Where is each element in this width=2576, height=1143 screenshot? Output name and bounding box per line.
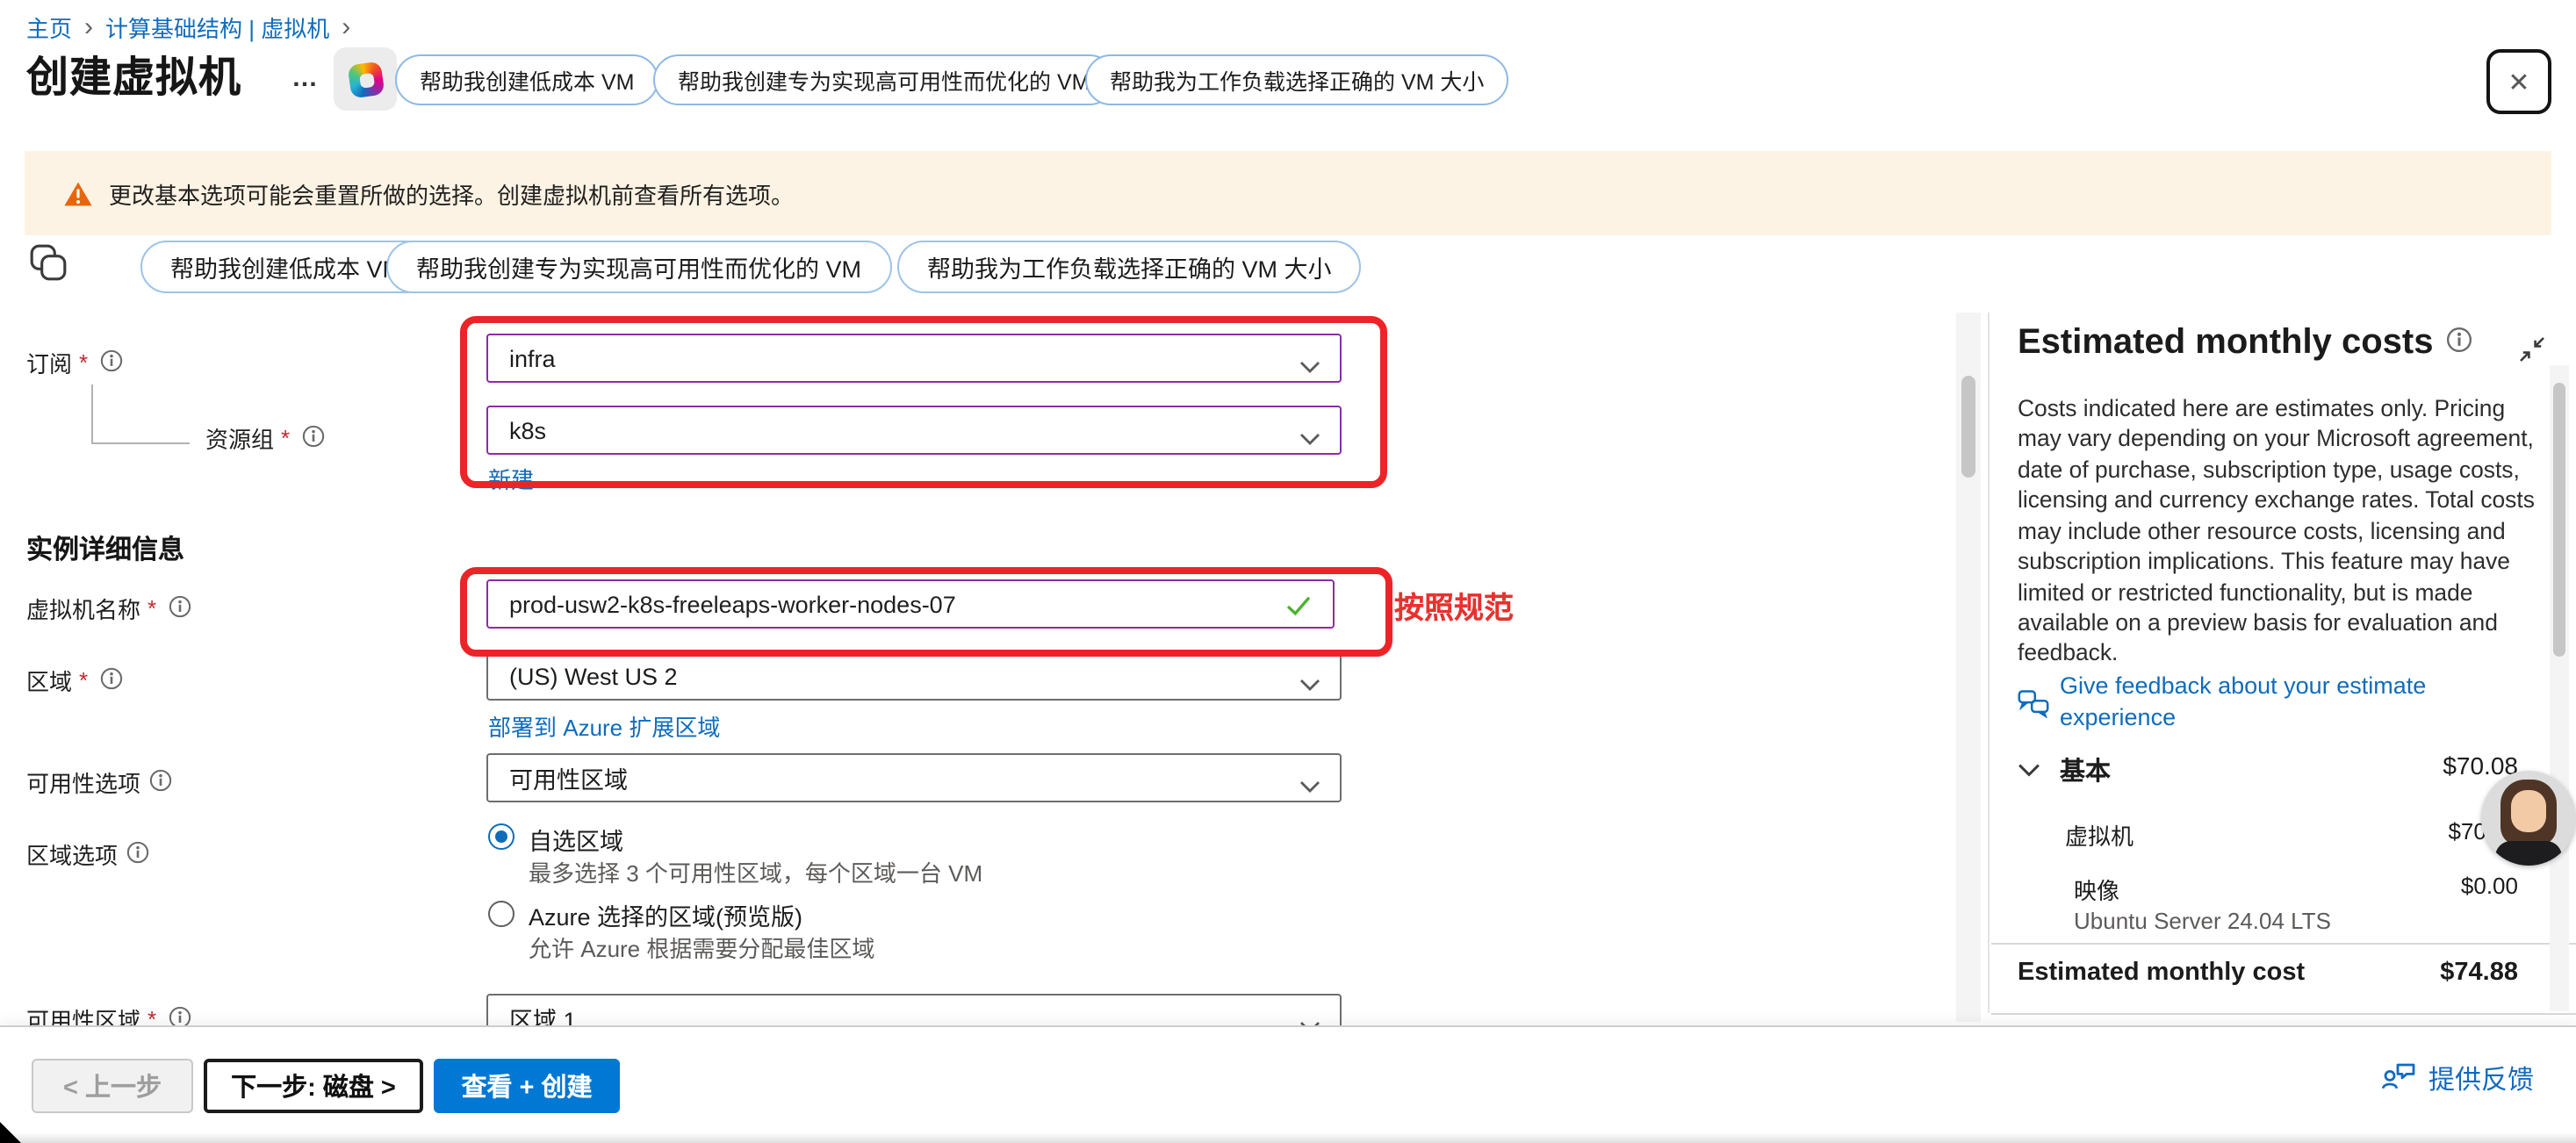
- avatar: [2481, 771, 2576, 866]
- suggestion-pill-high-availability[interactable]: 帮助我创建专为实现高可用性而优化的 VM: [386, 241, 891, 293]
- availability-options-label: 可用性选项: [26, 766, 172, 799]
- zone-option-self-desc: 最多选择 3 个可用性区域，每个区域一台 VM: [529, 855, 982, 888]
- info-icon[interactable]: [302, 424, 325, 452]
- suggestion-pill-low-cost[interactable]: 帮助我创建低成本 VM: [395, 54, 658, 105]
- more-options-button[interactable]: …: [291, 63, 321, 93]
- resource-group-label: 资源组*: [205, 421, 325, 455]
- divider: [1991, 1013, 2576, 1015]
- section-title-instance-details: 实例详细信息: [26, 530, 184, 567]
- info-icon[interactable]: [100, 349, 123, 377]
- create-new-resource-group-link[interactable]: 新建: [488, 462, 534, 495]
- cost-row-vm: 虚拟机 $70.08: [2065, 818, 2518, 852]
- subscription-label: 订阅*: [26, 346, 123, 379]
- close-icon: ✕: [2508, 66, 2529, 97]
- info-icon[interactable]: [126, 840, 149, 868]
- vm-name-input[interactable]: prod-usw2-k8s-freeleaps-worker-nodes-07: [486, 579, 1335, 629]
- copilot-outline-icon: [28, 242, 68, 291]
- zone-option-self-label[interactable]: 自选区域: [529, 822, 623, 857]
- main-scrollbar-thumb[interactable]: [1961, 376, 1975, 478]
- review-create-button[interactable]: 查看 + 创建: [434, 1059, 620, 1113]
- radio-azure-selected-zones[interactable]: [488, 901, 514, 927]
- create-vm-page: 主页 › 计算基础结构 | 虚拟机 › 创建虚拟机 … 帮助我创建低成本 VM …: [0, 0, 2576, 1143]
- warning-icon: [63, 180, 93, 206]
- availability-options-dropdown[interactable]: 可用性区域: [486, 753, 1342, 802]
- vm-name-label: 虚拟机名称*: [26, 592, 191, 625]
- previous-button[interactable]: < 上一步: [32, 1059, 193, 1113]
- region-dropdown[interactable]: (US) West US 2: [486, 651, 1342, 701]
- region-label: 区域*: [26, 664, 123, 697]
- cost-row-image: 映像 $0.00: [2074, 873, 2518, 906]
- subscription-dropdown[interactable]: infra: [486, 334, 1342, 383]
- cost-panel-title: Estimated monthly costs: [2018, 323, 2472, 363]
- tree-connector: [91, 385, 93, 442]
- cost-disclaimer: Costs indicated here are estimates only.…: [2018, 393, 2544, 669]
- suggestion-pill-right-size[interactable]: 帮助我为工作负载选择正确的 VM 大小: [897, 241, 1362, 293]
- copilot-button[interactable]: [334, 47, 397, 111]
- breadcrumb-home-link[interactable]: 主页: [26, 11, 72, 44]
- main-scrollbar[interactable]: [1956, 313, 1981, 1022]
- collapse-panel-button[interactable]: [2518, 335, 2546, 372]
- give-feedback-link[interactable]: 提供反馈: [2381, 1060, 2534, 1097]
- zone-option-azure-label[interactable]: Azure 选择的区域(预览版): [529, 897, 802, 932]
- page-title: 创建虚拟机: [26, 42, 241, 104]
- tree-connector: [91, 442, 190, 444]
- next-disks-button[interactable]: 下一步: 磁盘 >: [204, 1059, 423, 1113]
- estimate-feedback-link[interactable]: Give feedback about your estimate experi…: [2018, 671, 2548, 732]
- panel-scrollbar[interactable]: [2550, 365, 2569, 1011]
- chevron-down-icon: [1299, 671, 1320, 697]
- cost-total-row: Estimated monthly cost $74.88: [2018, 959, 2518, 987]
- panel-divider: [1988, 313, 1990, 1013]
- chevron-down-icon: [2018, 754, 2040, 786]
- chevron-down-icon: [1299, 353, 1320, 379]
- cost-row-image-sub: Ubuntu Server 24.04 LTS: [2074, 908, 2331, 934]
- annotation-text: 按照规范: [1394, 583, 1514, 627]
- footer-bar: < 上一步 下一步: 磁盘 > 查看 + 创建 提供反馈: [0, 1025, 2576, 1143]
- cost-group-row[interactable]: 基本 $70.08: [2018, 751, 2518, 788]
- suggestion-pill-high-availability[interactable]: 帮助我创建专为实现高可用性而优化的 VM: [653, 54, 1114, 105]
- resource-group-dropdown[interactable]: k8s: [486, 406, 1342, 455]
- info-icon[interactable]: [100, 666, 123, 694]
- radio-self-selected-zones[interactable]: [488, 823, 514, 850]
- zone-options-label: 区域选项: [26, 837, 149, 871]
- chevron-down-icon: [1299, 425, 1320, 451]
- suggestion-pill-right-size[interactable]: 帮助我为工作负载选择正确的 VM 大小: [1085, 54, 1508, 105]
- edge-zone-link[interactable]: 部署到 Azure 扩展区域: [488, 709, 720, 743]
- panel-scrollbar-thumb[interactable]: [2553, 383, 2565, 657]
- info-icon[interactable]: [169, 594, 191, 622]
- info-icon[interactable]: [149, 768, 172, 796]
- warning-text: 更改基本选项可能会重置所做的选择。创建虚拟机前查看所有选项。: [109, 176, 794, 210]
- bottom-shadow: [0, 1132, 2576, 1143]
- warning-banner: 更改基本选项可能会重置所做的选择。创建虚拟机前查看所有选项。: [25, 151, 2551, 235]
- feedback-bubbles-icon: [2018, 688, 2049, 732]
- chevron-down-icon: [1299, 773, 1320, 799]
- person-feedback-icon: [2381, 1060, 2416, 1097]
- valid-check-icon: [1285, 595, 1312, 622]
- breadcrumb-section-link[interactable]: 计算基础结构 | 虚拟机: [105, 11, 329, 44]
- breadcrumb-separator: ›: [342, 16, 350, 39]
- breadcrumb: 主页 › 计算基础结构 | 虚拟机 ›: [26, 11, 350, 44]
- zone-option-azure-desc: 允许 Azure 根据需要分配最佳区域: [529, 931, 874, 964]
- info-icon[interactable]: [2445, 323, 2472, 363]
- close-button[interactable]: ✕: [2486, 49, 2551, 114]
- divider: [1991, 943, 2576, 945]
- breadcrumb-separator: ›: [84, 16, 93, 39]
- copilot-icon: [347, 61, 385, 98]
